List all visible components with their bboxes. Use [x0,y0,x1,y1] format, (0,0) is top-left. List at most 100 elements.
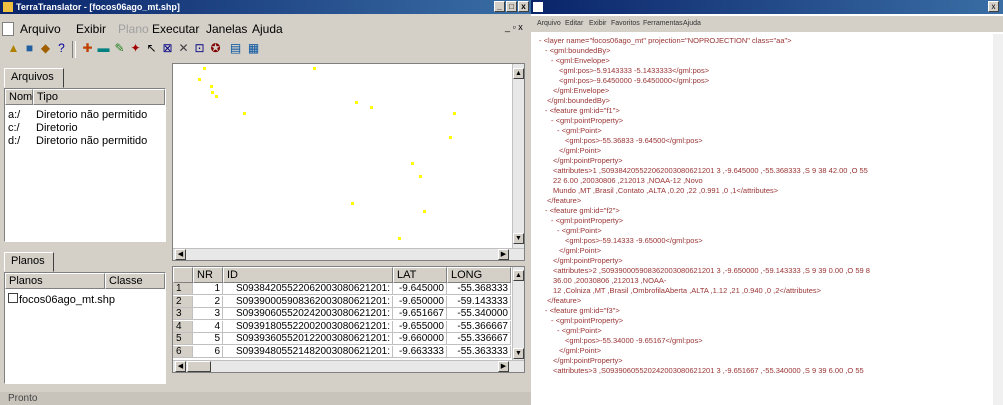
minimize-button[interactable]: _ [494,1,505,12]
scroll-left-icon[interactable]: ◀ [175,249,186,260]
browser-menu-arquivo[interactable]: Arquivo [537,20,561,27]
cell-idx[interactable]: 5 [173,333,193,345]
xml-line[interactable]: - <gml:pointProperty> [551,116,623,126]
scroll-right-icon[interactable]: ▶ [498,249,509,260]
cell-id[interactable]: S09393605520122003080621201: [223,333,393,345]
browser-title-bar[interactable]: x [531,0,1003,14]
xml-line[interactable]: - <layer name="focos06ago_mt" projection… [539,36,792,46]
table-row[interactable]: 4 4 S09391805522002003080621201: -9.655000-… [173,320,511,333]
mdi-controls[interactable]: _ ▫ x [505,22,523,32]
tab-planos[interactable]: Planos [4,252,54,272]
table-row[interactable]: 2 2 S09390005908362003080621201: -9.650000-… [173,295,511,308]
map-icon[interactable]: ✪ [208,41,223,56]
cell-idx[interactable]: 3 [173,308,193,320]
cell-long[interactable]: -55.363333 [447,345,511,358]
cell-nr[interactable]: 5 [193,333,223,345]
cell-lat[interactable]: -9.655000 [393,320,447,333]
xml-line[interactable]: - <gml:Point> [557,226,602,236]
table-horizontal-scrollbar[interactable]: ◀ ▶ [173,360,524,372]
cell-lat[interactable]: -9.645000 [393,283,447,295]
layers-icon[interactable]: ▤ [228,41,243,56]
col-nr[interactable]: NR [193,267,223,283]
table-row[interactable]: 3 3 S09390605520242003080621201: -9.651667-… [173,308,511,320]
browser-menu-exibir[interactable]: Exibir [589,20,607,27]
table-icon[interactable]: ▦ [246,41,261,56]
xml-line[interactable]: - <feature gml:id="f2"> [545,206,620,216]
cell-lat[interactable]: -9.651667 [393,308,447,320]
cell-long[interactable]: -55.336667 [447,333,511,345]
help-icon[interactable]: ? [54,41,69,56]
info-icon[interactable]: ↖ [144,41,159,56]
pointer-icon[interactable]: ✦ [128,41,143,56]
chart-icon[interactable]: ⊡ [192,41,207,56]
export-icon[interactable]: ◆ [38,41,53,56]
scroll-thumb[interactable] [187,361,211,372]
select-icon[interactable]: ⊠ [160,41,175,56]
map-canvas[interactable]: ▲ ▼ ◀ ▶ [172,63,525,261]
cell-id[interactable]: S09394805521482003080621201: [223,345,393,358]
file-row[interactable]: c:/ Diretorio [8,122,78,134]
table-row[interactable]: 5 5 S09393605520122003080621201: -9.660000-… [173,333,511,345]
pan-icon[interactable]: ✎ [112,41,127,56]
cell-idx[interactable]: 4 [173,320,193,333]
cell-id[interactable]: S09384205522062003080621201: [223,283,393,295]
cell-lat[interactable]: -9.663333 [393,345,447,358]
xml-line[interactable]: - <gml:boundedBy> [545,46,610,56]
cell-id[interactable]: S09391805522002003080621201: [223,320,393,333]
menu-plano[interactable]: Plano [118,22,149,36]
draw-icon[interactable]: ✕ [176,41,191,56]
cell-nr[interactable]: 6 [193,345,223,358]
cell-idx[interactable]: 1 [173,283,193,295]
cell-nr[interactable]: 2 [193,295,223,308]
browser-menu-favoritos[interactable]: Favoritos [611,20,640,27]
zoom-out-icon[interactable]: ▬ [96,41,111,56]
table-row[interactable]: 6 6 S09394805521482003080621201: -9.663333-… [173,345,511,358]
xml-line[interactable]: - <gml:Point> [557,126,602,136]
save-icon[interactable]: ■ [22,41,37,56]
xml-line[interactable]: - <feature gml:id="f3"> [545,306,620,316]
title-bar[interactable]: TerraTranslator - [focos06ago_mt.shp] _ … [0,0,531,14]
browser-menu-ajuda[interactable]: Ajuda [683,20,701,27]
scroll-left-icon[interactable]: ◀ [175,361,186,372]
map-vertical-scrollbar[interactable]: ▲ ▼ [512,64,524,248]
col-lat[interactable]: LAT [393,267,447,283]
cell-lat[interactable]: -9.660000 [393,333,447,345]
close-button[interactable]: x [518,1,529,12]
cell-idx[interactable]: 6 [173,345,193,358]
menu-executar[interactable]: Executar [152,22,199,36]
cell-id[interactable]: S09390005908362003080621201: [223,295,393,308]
map-horizontal-scrollbar[interactable]: ◀ ▶ [173,248,524,260]
cell-long[interactable]: -59.143333 [447,295,511,308]
xml-line[interactable]: - <gml:Point> [557,326,602,336]
col-nome[interactable]: Nome [5,89,38,105]
file-row[interactable]: d:/ Diretorio não permitido [8,135,147,147]
tab-arquivos[interactable]: Arquivos [4,68,64,88]
xml-line[interactable]: - <gml:pointProperty> [551,316,623,326]
layer-row[interactable]: focos06ago_mt.shp [8,293,115,306]
scroll-down-icon[interactable]: ▼ [513,233,524,244]
menu-exibir[interactable]: Exibir [76,22,106,36]
scroll-up-icon[interactable]: ▲ [513,68,524,79]
file-row[interactable]: a:/ Diretorio não permitido [8,109,147,121]
browser-scrollbar[interactable] [993,34,1003,405]
cell-lat[interactable]: -9.650000 [393,295,447,308]
browser-close-button[interactable]: x [988,1,999,12]
scroll-up-icon[interactable]: ▲ [513,270,524,281]
browser-menu-editar[interactable]: Editar [565,20,583,27]
cell-long[interactable]: -55.340000 [447,308,511,320]
cell-long[interactable]: -55.368333 [447,283,511,295]
cell-id[interactable]: S09390605520242003080621201: [223,308,393,320]
table-row[interactable]: 1 1 S09384205522062003080621201: -9.645000-… [173,283,511,295]
xml-line[interactable]: - <feature gml:id="f1"> [545,106,620,116]
zoom-in-icon[interactable]: ✚ [80,41,95,56]
xml-line[interactable]: - <gml:pointProperty> [551,216,623,226]
checkbox-icon[interactable] [8,293,18,303]
menu-janelas[interactable]: Janelas [206,22,247,36]
menu-arquivo[interactable]: Arquivo [20,22,61,36]
open-icon[interactable]: ▲ [6,41,21,56]
scroll-right-icon[interactable]: ▶ [498,361,509,372]
cell-nr[interactable]: 4 [193,320,223,333]
maximize-button[interactable]: □ [506,1,517,12]
col-planos[interactable]: Planos [5,273,105,289]
cell-nr[interactable]: 1 [193,283,223,295]
